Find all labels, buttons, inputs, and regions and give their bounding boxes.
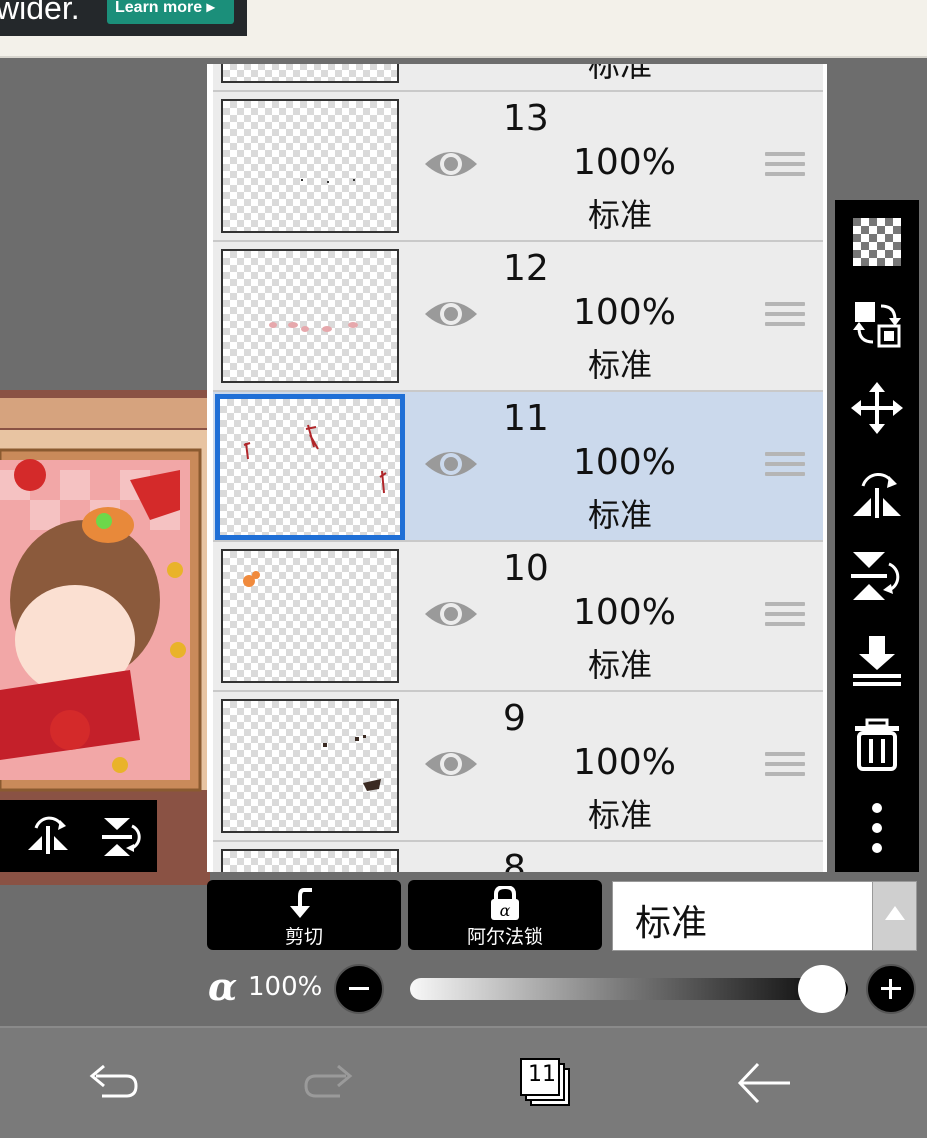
undo-icon[interactable] — [82, 1058, 142, 1108]
layer-mode: 标准 — [588, 346, 653, 384]
visibility-eye-icon[interactable] — [423, 144, 479, 184]
transparency-grid-icon[interactable] — [849, 214, 905, 270]
layer-count-number[interactable]: 11 — [522, 1062, 562, 1087]
visibility-eye-icon[interactable] — [423, 594, 479, 634]
layer-opacity: 100% — [573, 442, 676, 483]
layer-number: 11 — [503, 398, 549, 439]
visibility-eye-icon[interactable] — [423, 294, 479, 334]
layer-thumbnail[interactable] — [215, 394, 405, 540]
layer-row-partial-top[interactable]: 标准 — [213, 64, 823, 92]
visibility-eye-icon[interactable] — [423, 444, 479, 484]
layer-thumbnail[interactable] — [221, 64, 399, 83]
layer-number: 9 — [503, 698, 526, 739]
drag-handle-icon[interactable] — [765, 152, 805, 186]
layer-9-content — [323, 735, 381, 791]
back-arrow-icon[interactable] — [734, 1058, 794, 1108]
layer-tools-column — [835, 200, 919, 872]
blend-mode-value: 标准 — [635, 903, 708, 944]
blend-mode-dropdown-arrow-icon[interactable] — [872, 882, 916, 950]
lock-icon: α — [491, 886, 519, 920]
minus-icon — [349, 987, 369, 990]
layer-opacity: 100% — [573, 592, 676, 633]
clipping-arrow-icon — [290, 888, 312, 918]
drag-handle-icon[interactable] — [765, 302, 805, 336]
layer-mode: 标准 — [588, 646, 653, 684]
layer-thumbnail[interactable] — [221, 849, 399, 872]
blend-mode-select[interactable]: 标准 — [612, 881, 917, 951]
layer-opacity: 100% — [573, 142, 676, 183]
alpha-lock-button[interactable]: α 阿尔法锁 — [408, 880, 602, 950]
layer-opacity: 100% — [573, 742, 676, 783]
merge-down-icon[interactable] — [849, 632, 905, 688]
flip-horizontal-icon[interactable] — [849, 464, 905, 520]
layer-row-partial-bottom[interactable]: 8 — [213, 842, 823, 872]
trash-icon[interactable] — [849, 716, 905, 772]
redo-icon[interactable] — [300, 1058, 360, 1108]
alpha-lock-label: 阿尔法锁 — [466, 926, 543, 948]
layer-opacity: 100% — [573, 292, 676, 333]
opacity-decrease-button[interactable] — [334, 964, 384, 1014]
opacity-slider-thumb[interactable] — [798, 965, 846, 1013]
opacity-slider-track[interactable] — [410, 978, 848, 1000]
preview-transform-bar — [0, 800, 157, 872]
layer-number: 10 — [503, 548, 549, 589]
flip-vertical-icon[interactable] — [96, 812, 144, 860]
layer-row[interactable]: 10 100% 标准 — [213, 542, 823, 692]
flip-horizontal-icon[interactable] — [24, 812, 72, 860]
flip-vertical-icon[interactable] — [849, 548, 905, 604]
svg-text:α: α — [500, 901, 511, 920]
layer-thumbnail[interactable] — [221, 549, 399, 683]
plus-icon — [881, 979, 901, 999]
ad-banner-area: wider. Learn more ▸ — [0, 0, 927, 58]
layer-swap-icon[interactable] — [849, 296, 905, 352]
visibility-eye-icon[interactable] — [423, 744, 479, 784]
drag-handle-icon[interactable] — [765, 602, 805, 636]
layer-number: 12 — [503, 248, 549, 289]
move-icon[interactable] — [849, 380, 905, 436]
layer-number: 13 — [503, 98, 549, 139]
layer-row[interactable]: 13 100% 标准 — [213, 92, 823, 242]
layer-thumbnail[interactable] — [221, 249, 399, 383]
layer-thumbnail[interactable] — [221, 99, 399, 233]
layer-thumbnail[interactable] — [221, 699, 399, 833]
alpha-symbol: α — [208, 964, 238, 1009]
clipping-button[interactable]: 剪切 — [207, 880, 401, 950]
layer-mode: 标准 — [588, 196, 653, 234]
layer-mode: 标准 — [588, 64, 653, 84]
bottom-nav-bar — [0, 1026, 927, 1138]
layers-panel[interactable]: 标准 13 100% 标准 12 100% 标准 11 100% 标准 10 1… — [207, 64, 827, 872]
layer-number: 8 — [503, 848, 526, 872]
layer-11-content — [243, 424, 387, 494]
layer-12-content — [269, 322, 358, 332]
layer-row[interactable]: 9 100% 标准 — [213, 692, 823, 842]
alpha-value: 100% — [248, 972, 323, 1002]
layer-row-selected[interactable]: 11 100% 标准 — [213, 392, 823, 542]
layer-10-content — [243, 571, 260, 587]
layer-mode: 标准 — [588, 496, 653, 534]
more-vert-icon[interactable] — [849, 800, 905, 856]
ad-learn-more-button[interactable]: Learn more ▸ — [107, 0, 234, 24]
ad-text: wider. — [0, 0, 80, 26]
layer-row[interactable]: 12 100% 标准 — [213, 242, 823, 392]
opacity-increase-button[interactable] — [866, 964, 916, 1014]
clipping-label: 剪切 — [284, 926, 323, 948]
ad-banner[interactable]: wider. Learn more ▸ — [0, 0, 247, 36]
layer-13-content — [301, 179, 355, 183]
drag-handle-icon[interactable] — [765, 752, 805, 786]
drag-handle-icon[interactable] — [765, 452, 805, 486]
layer-mode: 标准 — [588, 796, 653, 834]
